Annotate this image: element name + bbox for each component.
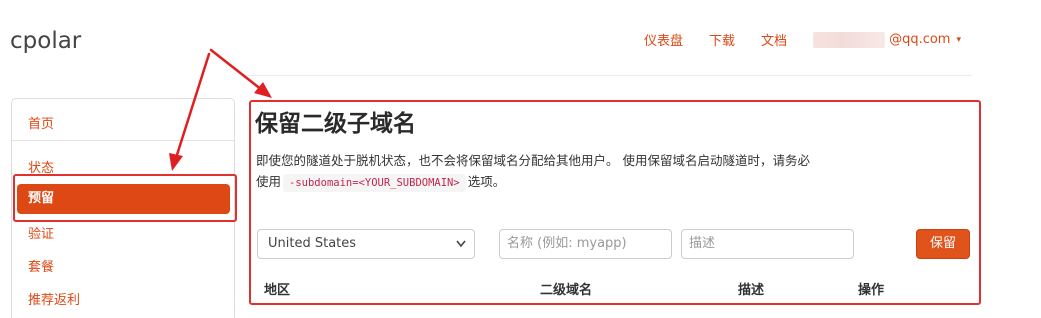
annotation-arrow-main xyxy=(209,48,264,92)
page-description: 即使您的隧道处于脱机状态，也不会将保留域名分配给其他用户。 使用保留域名启动隧道… xyxy=(256,150,816,192)
sidebar: 首页 状态 预留 验证 套餐 推荐返利 xyxy=(11,98,237,318)
table-header-description: 描述 xyxy=(738,283,765,298)
nav-docs-link[interactable]: 文档 xyxy=(761,30,787,49)
sidebar-item-referral[interactable]: 推荐返利 xyxy=(28,289,80,308)
chevron-down-icon xyxy=(455,230,467,269)
caret-down-icon: ▾ xyxy=(956,34,961,45)
sidebar-divider xyxy=(12,140,234,141)
header-divider xyxy=(246,75,972,76)
nav-download-link[interactable]: 下载 xyxy=(709,30,735,49)
region-select-value: United States xyxy=(268,236,357,251)
sidebar-item-status[interactable]: 状态 xyxy=(28,157,54,176)
reserve-button[interactable]: 保留 xyxy=(916,229,970,259)
table-header-region: 地区 xyxy=(264,283,291,298)
region-select[interactable]: United States xyxy=(257,229,475,259)
description-text-end: 选项。 xyxy=(467,174,506,189)
sidebar-item-home[interactable]: 首页 xyxy=(28,113,54,132)
user-menu[interactable]: @qq.com ▾ xyxy=(813,31,961,48)
user-email: @qq.com xyxy=(889,32,951,47)
table-header-subdomain: 二级域名 xyxy=(540,283,593,298)
sidebar-item-plans[interactable]: 套餐 xyxy=(28,256,54,275)
table-header-actions: 操作 xyxy=(858,283,885,298)
top-navigation: 仪表盘 下载 文档 @qq.com ▾ xyxy=(618,30,961,49)
sidebar-item-reserved[interactable]: 预留 xyxy=(17,184,230,214)
nav-dashboard-link[interactable]: 仪表盘 xyxy=(644,30,683,49)
arrow-head-main xyxy=(254,82,272,98)
redacted-username xyxy=(813,31,886,48)
brand-logo[interactable]: cpolar xyxy=(10,28,81,54)
description-input[interactable]: 描述 xyxy=(681,229,854,259)
subdomain-code: -subdomain=<YOUR_SUBDOMAIN> xyxy=(283,174,466,192)
page-title: 保留二级子域名 xyxy=(255,111,416,137)
subdomain-name-input[interactable]: 名称 (例如: myapp) xyxy=(499,229,672,259)
sidebar-item-verify[interactable]: 验证 xyxy=(28,223,54,242)
